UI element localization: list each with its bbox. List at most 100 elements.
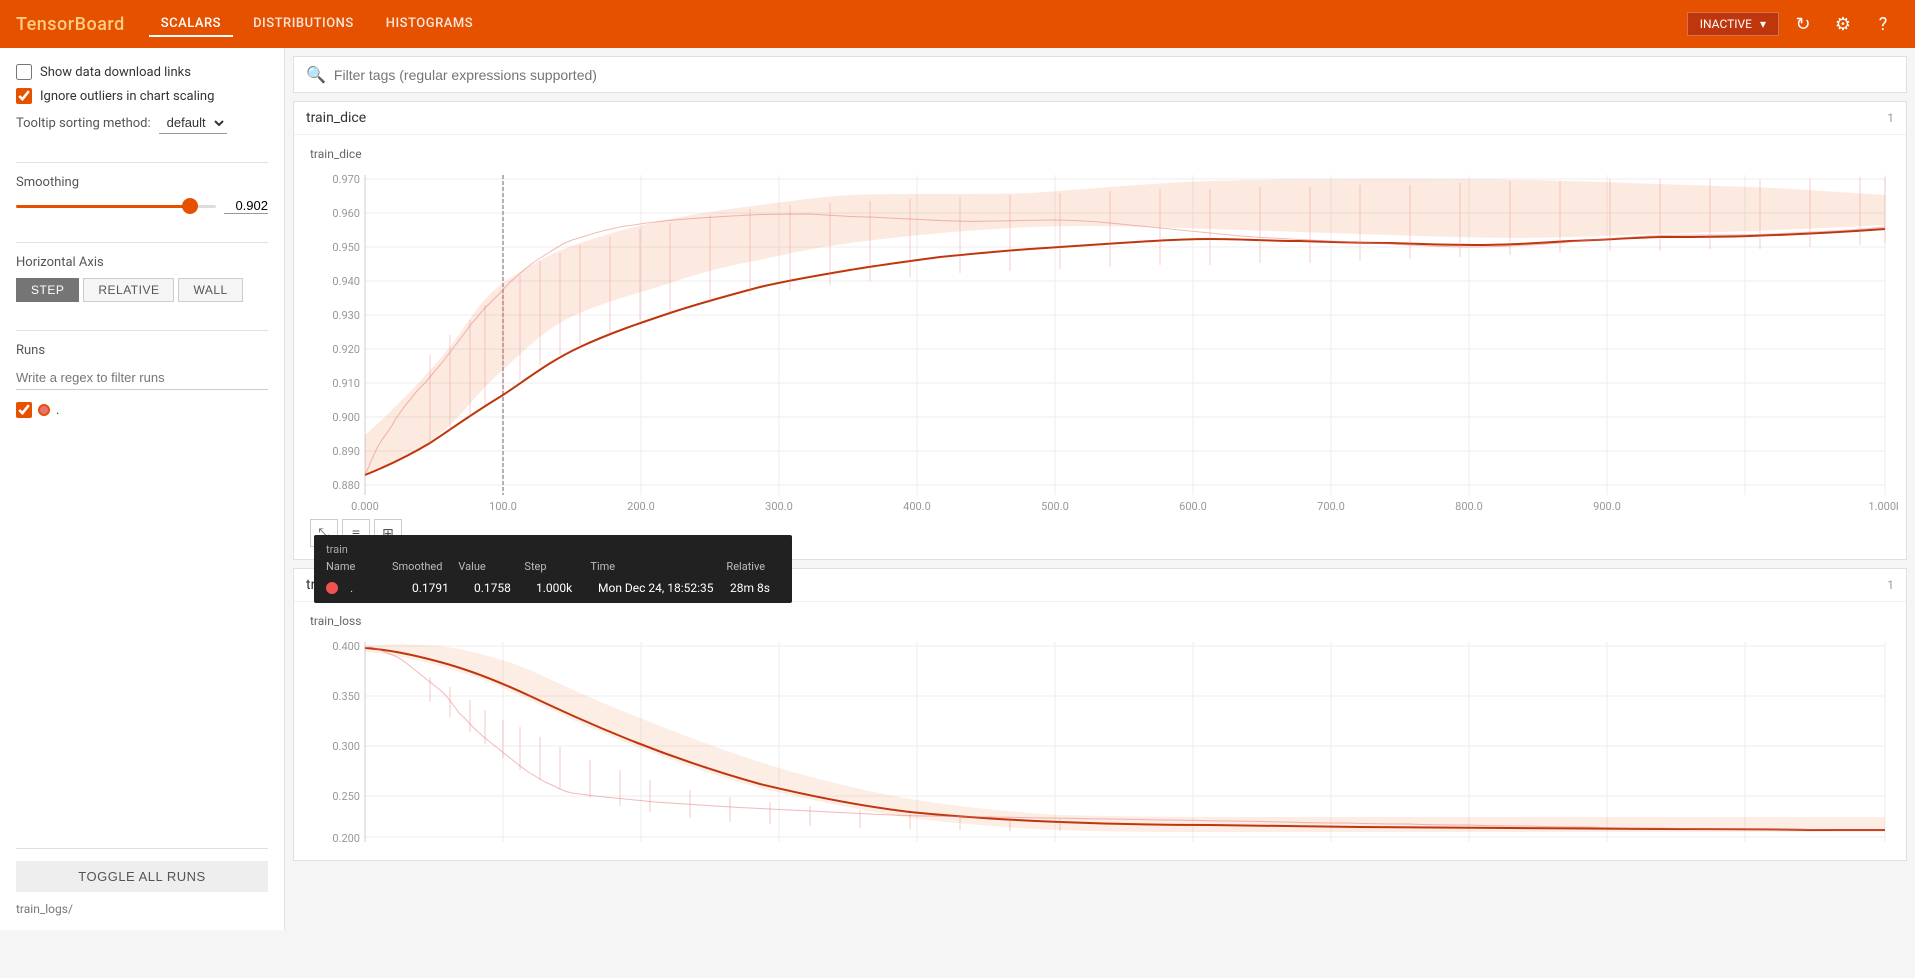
divider-2 [16,242,268,243]
toggle-all-runs-button[interactable]: TOGGLE ALL RUNS [16,861,268,892]
svg-text:900.0: 900.0 [1593,500,1621,513]
top-navigation: TensorBoard SCALARS DISTRIBUTIONS HISTOG… [0,0,1915,48]
tooltip-smoothed-value: 0.1791 [412,581,462,595]
svg-text:600.0: 600.0 [1179,500,1207,513]
show-download-row[interactable]: Show data download links [16,64,268,80]
tooltip-popup: train Name Smoothed Value Step Time Rela… [314,535,792,603]
train-dice-inner-title: train_dice [302,143,1898,165]
settings-button[interactable]: ⚙ [1827,8,1859,40]
tooltip-sorting-select[interactable]: default [159,112,227,134]
svg-text:0.920: 0.920 [332,343,360,356]
filter-bar: 🔍 [293,56,1907,93]
nav-scalars[interactable]: SCALARS [149,12,233,37]
smoothing-section: Smoothing 0.902 [16,175,268,214]
train-dice-header: train_dice 1 [294,102,1906,135]
svg-text:0.900: 0.900 [332,411,360,424]
nav-links: SCALARS DISTRIBUTIONS HISTOGRAMS [149,12,1663,37]
tooltip-relative-header: Relative [726,560,776,573]
svg-text:200.0: 200.0 [627,500,655,513]
tooltip-time-value: Mon Dec 24, 18:52:35 [598,581,718,595]
smoothing-slider[interactable] [16,205,216,208]
svg-text:0.000: 0.000 [351,500,379,513]
tooltip-time-header: Time [590,560,710,573]
tooltip-dot-icon [326,582,338,594]
sidebar: Show data download links Ignore outliers… [0,48,285,930]
train-loss-svg-container: 0.400 0.350 0.300 0.250 0.200 [302,632,1898,852]
svg-text:800.0: 800.0 [1455,500,1483,513]
tooltip-sorting-label: Tooltip sorting method: [16,116,151,131]
tooltip-step-value: 1.000k [536,581,586,595]
tooltip-value-value: 0.1758 [474,581,524,595]
nav-histograms[interactable]: HISTOGRAMS [374,12,485,37]
status-dropdown[interactable]: INACTIVE ▾ [1687,12,1779,36]
tooltip-name-header: Name [326,560,376,573]
train-dice-chart-area: train_dice 0.970 0.960 0.950 0.940 0.930… [294,135,1906,559]
search-icon: 🔍 [306,65,326,84]
train-loss-band [365,645,1885,833]
train-loss-card: train_loss 1 train_loss 0.400 0.350 0.30… [293,568,1907,861]
main-layout: Show data download links Ignore outliers… [0,48,1915,930]
svg-text:700.0: 700.0 [1317,500,1345,513]
run-label: . [56,403,59,418]
tooltip-header-row: Name Smoothed Value Step Time Relative [326,560,780,577]
refresh-button[interactable]: ↻ [1787,8,1819,40]
train-dice-card: train_dice 1 train_dice 0.970 0.960 0.95… [293,101,1907,560]
runs-filter-input[interactable] [16,366,268,390]
horizontal-axis-title: Horizontal Axis [16,255,268,270]
app-name-board: Board [75,14,125,35]
train-dice-band [365,179,1885,475]
svg-text:500.0: 500.0 [1041,500,1069,513]
axis-buttons-group: STEP RELATIVE WALL [16,278,268,302]
tooltip-value-header: Value [458,560,508,573]
filter-input[interactable] [334,67,1894,83]
nav-right: INACTIVE ▾ ↻ ⚙ ? [1687,8,1899,40]
train-dice-title: train_dice [306,110,1887,126]
svg-text:0.950: 0.950 [332,241,360,254]
run-dot-icon [38,404,50,416]
tooltip-run-prefix: train [326,543,780,556]
run-checkbox[interactable] [16,402,32,418]
axis-wall-button[interactable]: WALL [178,278,242,302]
show-download-label: Show data download links [40,65,191,80]
train-loss-raw [365,647,1885,830]
svg-text:0.350: 0.350 [332,690,360,703]
tooltip-step-header: Step [524,560,574,573]
svg-text:0.200: 0.200 [332,832,360,845]
axis-step-button[interactable]: STEP [16,278,79,302]
svg-text:0.250: 0.250 [332,790,360,803]
svg-text:300.0: 300.0 [765,500,793,513]
svg-text:100.0: 100.0 [489,500,517,513]
ignore-outliers-row[interactable]: Ignore outliers in chart scaling [16,88,268,104]
show-download-checkbox[interactable] [16,64,32,80]
app-name-tensor: Tensor [16,14,75,35]
app-logo: TensorBoard [16,14,125,35]
svg-text:0.890: 0.890 [332,445,360,458]
horizontal-axis-section: Horizontal Axis STEP RELATIVE WALL [16,255,268,302]
main-content: 🔍 train_dice 1 train_dice 0.970 0.960 0.… [285,48,1915,930]
train-loss-inner-title: train_loss [302,610,1898,632]
help-button[interactable]: ? [1867,8,1899,40]
nav-distributions[interactable]: DISTRIBUTIONS [241,12,366,37]
smoothing-value-input[interactable]: 0.902 [224,198,268,214]
train-loss-line [365,648,1885,830]
runs-section: Runs . [16,343,268,422]
divider-3 [16,330,268,331]
runs-title: Runs [16,343,268,358]
axis-relative-button[interactable]: RELATIVE [83,278,174,302]
svg-text:0.910: 0.910 [332,377,360,390]
status-label: INACTIVE [1700,17,1752,31]
svg-text:0.960: 0.960 [332,207,360,220]
svg-text:0.400: 0.400 [332,640,360,653]
ignore-outliers-checkbox[interactable] [16,88,32,104]
dropdown-arrow-icon: ▾ [1760,17,1766,31]
svg-text:1.000k: 1.000k [1868,500,1898,513]
run-path-label: train_logs/ [16,900,268,918]
train-dice-svg-container: 0.970 0.960 0.950 0.940 0.930 0.920 0.91… [302,165,1898,515]
svg-text:0.880: 0.880 [332,479,360,492]
divider-1 [16,162,268,163]
options-section: Show data download links Ignore outliers… [16,64,268,134]
tooltip-name-value: . [350,581,400,595]
svg-text:0.300: 0.300 [332,740,360,753]
tooltip-smoothed-header: Smoothed [392,560,442,573]
svg-text:0.970: 0.970 [332,173,360,186]
